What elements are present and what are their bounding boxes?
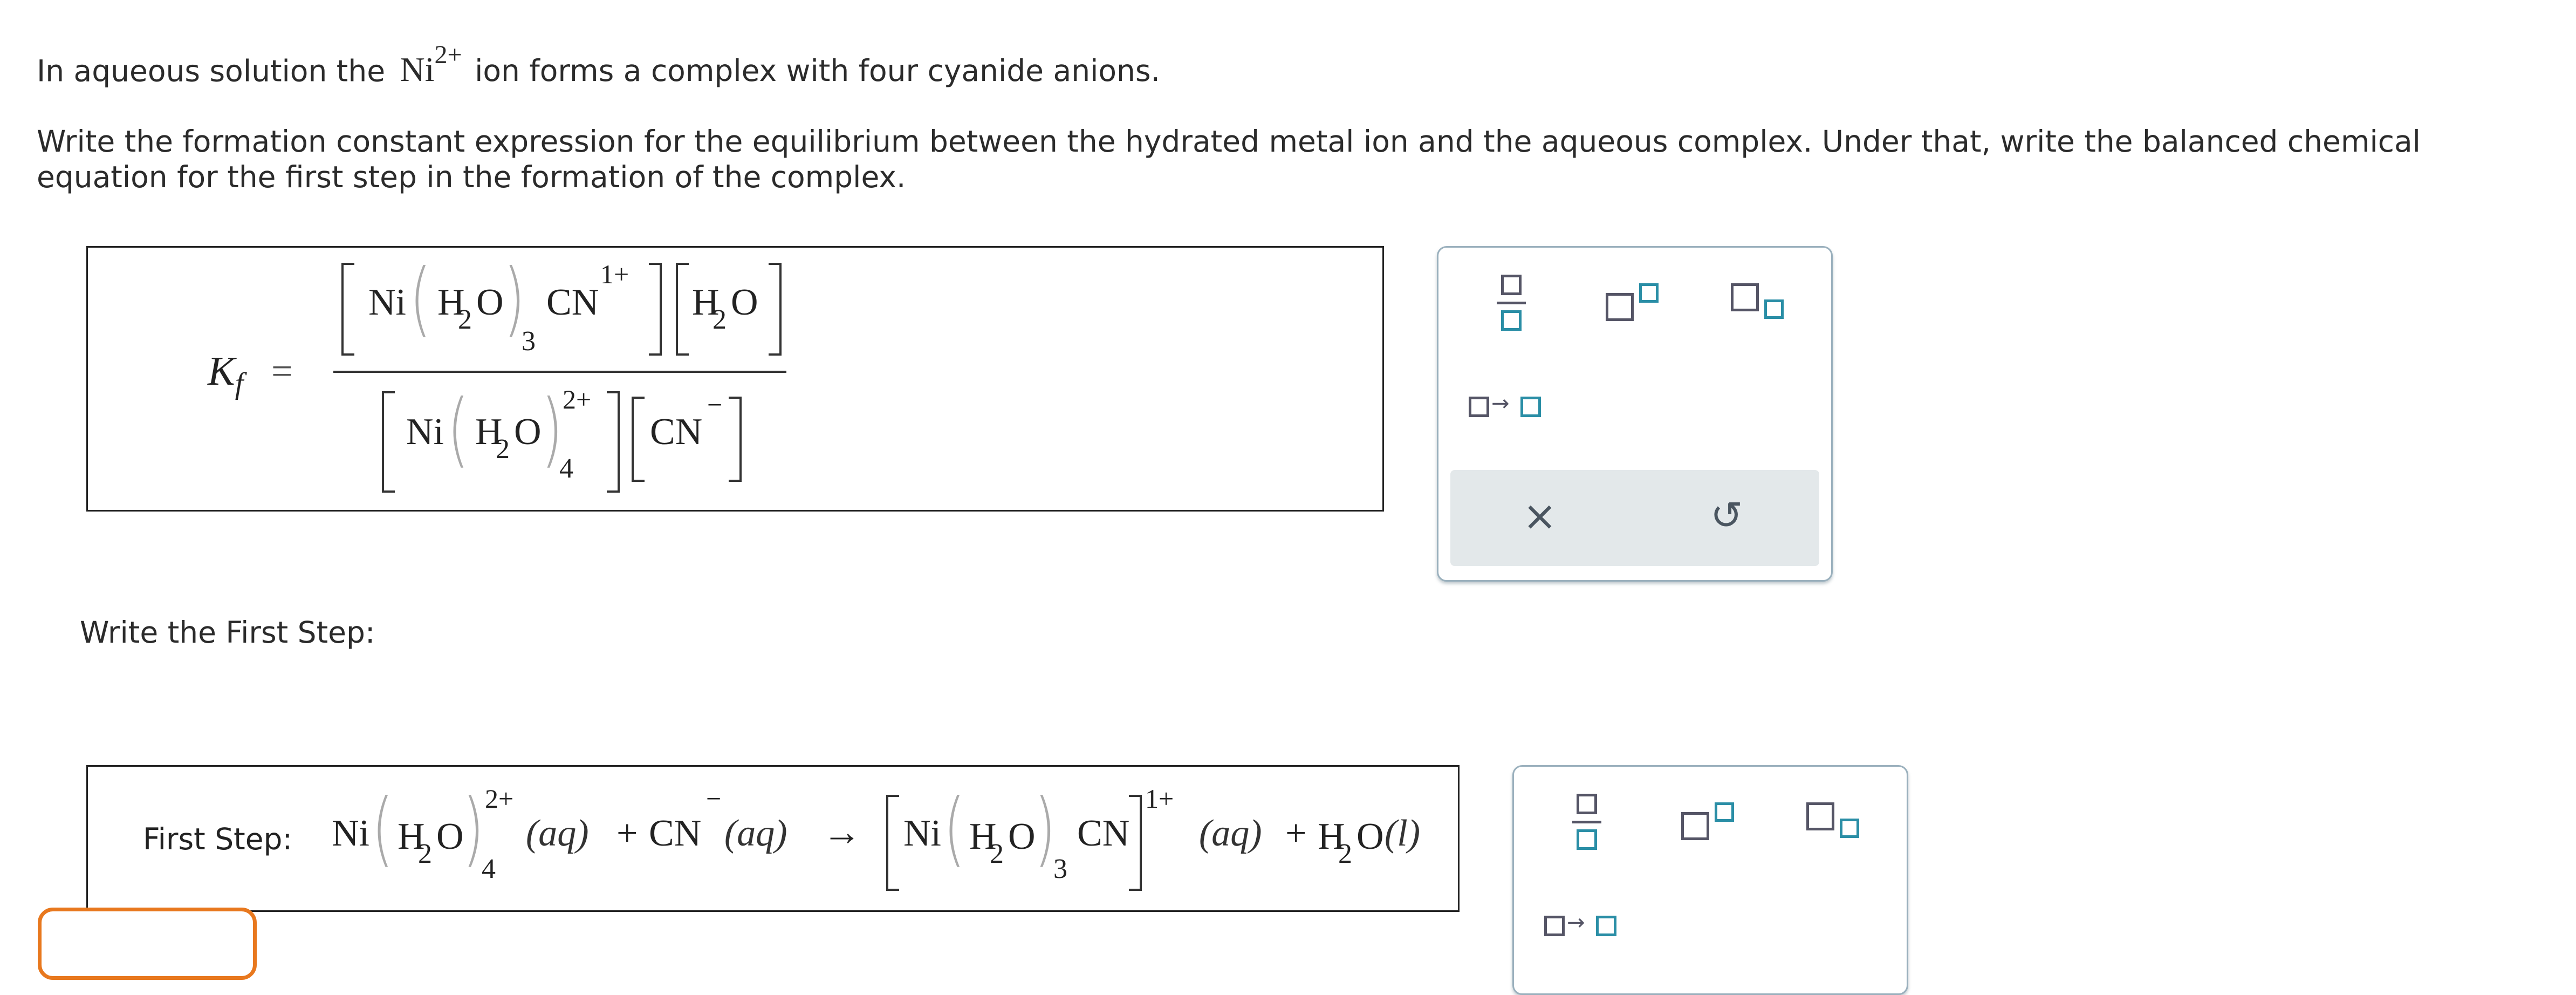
product-count: 3 xyxy=(1053,854,1067,884)
den-h2o-sub: 2 xyxy=(496,434,510,465)
num-cn: CN xyxy=(546,282,599,323)
water-o: O xyxy=(1356,816,1384,857)
reaction-arrow: → xyxy=(823,810,861,854)
water-state: (l) xyxy=(1385,813,1421,854)
bracket-right xyxy=(607,391,620,493)
den-o: O xyxy=(514,411,542,453)
question-text-after: ion forms a complex with four cyanide an… xyxy=(475,53,1160,88)
num-ni: Ni xyxy=(368,282,406,323)
instructions-line-2: equation for the first step in the forma… xyxy=(37,160,906,194)
product-cn: CN xyxy=(1077,813,1130,854)
num-o: O xyxy=(476,282,504,323)
cyanide: CN xyxy=(649,813,702,854)
kf-answer-box[interactable]: Kf = Ni ( H 2 O ) 3 CN 1+ H 2 O Ni ( H 2… xyxy=(86,246,1384,512)
bracket-left xyxy=(632,397,645,482)
den-charge: 2+ xyxy=(563,384,592,414)
reaction-arrow-button[interactable]: → xyxy=(1544,910,1625,943)
num-water-o: O xyxy=(731,282,758,323)
num-charge: 1+ xyxy=(600,259,629,289)
product-state: (aq) xyxy=(1199,813,1262,854)
product-charge: 1+ xyxy=(1145,783,1174,814)
cyanide-state: (aq) xyxy=(724,813,787,854)
subscript-button[interactable] xyxy=(1731,280,1790,323)
den-count: 4 xyxy=(559,453,573,484)
undo-icon: ↺ xyxy=(1710,493,1743,538)
paren-left: ( xyxy=(372,782,394,876)
subscript-button[interactable] xyxy=(1806,799,1866,842)
question-line-1: In aqueous solution the Ni2+ ion forms a… xyxy=(37,40,1160,90)
nickel-ion-symbol: Ni xyxy=(400,50,435,89)
clear-button[interactable]: × xyxy=(1523,492,1557,540)
fraction-button[interactable] xyxy=(1563,794,1611,853)
nickel-ion-charge: 2+ xyxy=(434,40,462,69)
bracket-right xyxy=(769,263,782,356)
num-water-sub: 2 xyxy=(712,304,727,335)
reactant-charge: 2+ xyxy=(485,783,514,814)
superscript-button[interactable] xyxy=(1606,280,1665,323)
first-step-label: First Step: xyxy=(143,822,292,856)
first-step-heading: Write the First Step: xyxy=(80,615,375,650)
fraction-bar xyxy=(333,371,786,373)
kf-equals: = xyxy=(271,351,293,392)
product-o: O xyxy=(1008,816,1036,857)
bracket-right xyxy=(729,397,742,482)
math-toolbar-2: → xyxy=(1512,765,1908,995)
focused-control-outline[interactable] xyxy=(38,908,257,980)
bracket-left xyxy=(341,263,354,356)
bracket-left xyxy=(676,263,689,356)
superscript-button[interactable] xyxy=(1681,799,1741,842)
bracket-left xyxy=(886,795,899,891)
water-sub: 2 xyxy=(1338,839,1352,869)
bracket-right xyxy=(649,263,662,356)
reactant-h-sub: 2 xyxy=(418,839,432,869)
den-cn: CN xyxy=(650,411,703,453)
math-toolbar: → × ↺ xyxy=(1437,246,1833,582)
paren-left: ( xyxy=(447,383,469,476)
num-h2o-sub: 2 xyxy=(458,304,472,335)
instructions-line-1: Write the formation constant expression … xyxy=(37,124,2421,159)
toolbar-actions: × ↺ xyxy=(1450,470,1819,566)
cyanide-charge: − xyxy=(706,783,722,814)
bracket-left xyxy=(382,391,395,493)
first-step-answer-box[interactable]: First Step: Ni ( H 2 O ) 4 2+ (aq) + CN … xyxy=(86,765,1460,912)
kf-symbol: Kf xyxy=(208,349,244,401)
reaction-arrow-button[interactable]: → xyxy=(1469,391,1550,424)
paren-right: ) xyxy=(462,782,484,876)
product-h-sub: 2 xyxy=(990,839,1004,869)
product-ni: Ni xyxy=(903,813,941,854)
reactant-ni: Ni xyxy=(332,813,369,854)
close-icon: × xyxy=(1523,492,1557,540)
reactant-o: O xyxy=(436,816,464,857)
bracket-right xyxy=(1129,795,1142,891)
reactant-count: 4 xyxy=(482,854,496,884)
plus-sign: + xyxy=(1285,813,1307,854)
fraction-button[interactable] xyxy=(1487,275,1536,334)
den-cn-charge: − xyxy=(707,390,723,420)
paren-left: ( xyxy=(409,252,431,346)
paren-left: ( xyxy=(943,782,965,876)
den-ni: Ni xyxy=(406,411,444,453)
plus-sign: + xyxy=(616,813,638,854)
undo-button[interactable]: ↺ xyxy=(1710,493,1743,538)
paren-right: ) xyxy=(1034,782,1056,876)
question-text-before: In aqueous solution the xyxy=(37,53,386,88)
reactant-state: (aq) xyxy=(526,813,589,854)
num-count: 3 xyxy=(522,326,536,357)
